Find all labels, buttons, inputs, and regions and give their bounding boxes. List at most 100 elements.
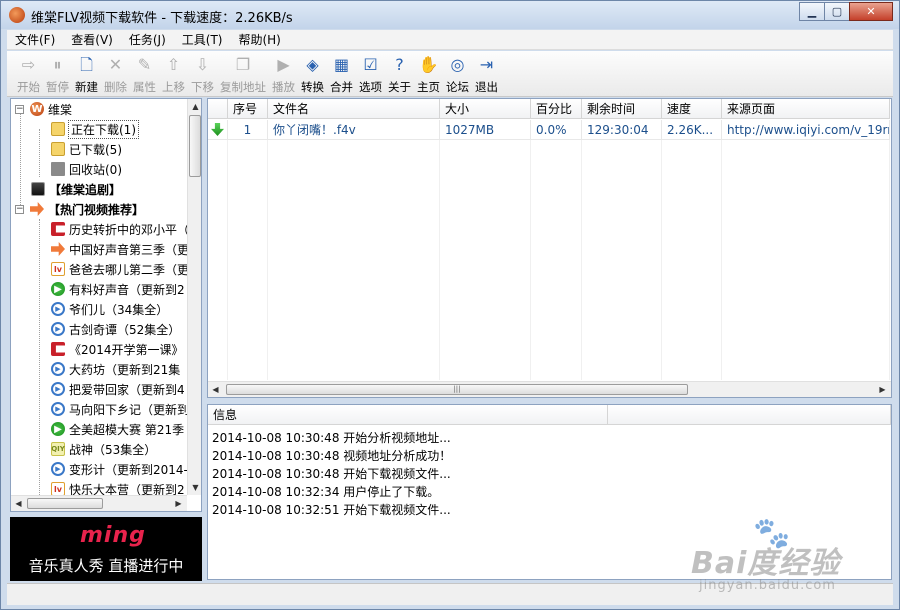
collapse-icon[interactable]: − (15, 204, 24, 214)
column-header[interactable]: 百分比 (531, 99, 582, 119)
toolbar-button-move-up[interactable]: ⇧ 上移 (160, 51, 187, 96)
tree-label: 全美超模大赛 第21季 (69, 422, 185, 437)
blue-play-icon: ▶ (51, 322, 65, 336)
title-bar[interactable]: 维棠FLV视频下载软件 - 下载速度：2.26KB/s ▁ ▢ ✕ (1, 1, 899, 29)
weitang-logo-icon: W (30, 102, 44, 116)
minimize-button[interactable]: ▁ (799, 2, 825, 21)
toolbar-button-exit[interactable]: ⇥ 退出 (473, 51, 500, 96)
scroll-thumb[interactable] (189, 115, 201, 177)
watermark-url: jingyan.baidu.com (699, 578, 836, 593)
table-cell: 2.26K... (662, 120, 722, 140)
tree-item-downloaded[interactable]: 已下载(5) (51, 139, 122, 159)
column-header[interactable]: 来源页面 (722, 99, 890, 119)
tv-icon (31, 182, 45, 196)
tree-label: 爷们儿（34集全） (69, 302, 169, 317)
blue-play-icon: ▶ (51, 382, 65, 396)
toolbar-button-about[interactable]: ? 关于 (386, 51, 413, 96)
toolbar-label: 上移 (162, 80, 185, 94)
tree-item-hot-video[interactable]: 历史转折中的邓小平（ (51, 219, 189, 239)
toolbar-label: 暂停 (46, 80, 69, 94)
table-horizontal-scrollbar[interactable]: ◀ ||| ▶ (208, 381, 891, 397)
menu-help[interactable]: 帮助(H) (230, 31, 288, 48)
scroll-right-icon[interactable]: ▶ (171, 496, 186, 511)
toolbar-button-move-down[interactable]: ⇩ 下移 (189, 51, 216, 96)
toolbar-button-merge[interactable]: ▦ 合并 (328, 51, 355, 96)
close-button[interactable]: ✕ (849, 2, 893, 21)
toolbar-button-play[interactable]: ⇨ 开始 (15, 51, 42, 96)
maximize-button[interactable]: ▢ (824, 2, 850, 21)
menu-tools[interactable]: 工具(T) (174, 31, 231, 48)
tree-horizontal-scrollbar[interactable]: ◀ ▶ (11, 495, 187, 511)
tree-item-hot-video[interactable]: ▶ 全美超模大赛 第21季 (51, 419, 184, 439)
table-cell (208, 120, 228, 140)
toolbar-label: 下移 (191, 80, 214, 94)
tree-item-hot-video[interactable]: ▶ 大药坊（更新到21集 (51, 359, 180, 379)
ad-banner[interactable]: ming 音乐真人秀 直播进行中 (10, 517, 202, 581)
toolbar-button-forum[interactable]: ◎ 论坛 (444, 51, 471, 96)
tree-label: 有料好声音（更新到2 (69, 282, 185, 297)
scroll-down-icon[interactable]: ▼ (188, 480, 201, 495)
tree-item-hot-video[interactable]: ▶ 古剑奇谭（52集全） (51, 319, 180, 339)
scroll-right-icon[interactable]: ▶ (875, 382, 890, 397)
toolbar-button-properties[interactable]: ✎ 属性 (131, 51, 158, 96)
column-header[interactable]: 剩余时间 (582, 99, 662, 119)
tree-item-hot-video[interactable]: ▶ 爷们儿（34集全） (51, 299, 168, 319)
column-header[interactable]: 序号 (228, 99, 268, 119)
scroll-left-icon[interactable]: ◀ (11, 496, 26, 511)
tree-item-hot[interactable]: − 【热门视频推荐】 (15, 199, 144, 219)
folder-download-icon (51, 122, 65, 136)
toolbar-button-options[interactable]: ☑ 选项 (357, 51, 384, 96)
tree-item-recycle[interactable]: 回收站(0) (51, 159, 122, 179)
toolbar-button-new-file[interactable]: 🗋 新建 (73, 51, 100, 96)
tree-item-hot-video[interactable]: ▶ 有料好声音（更新到2 (51, 279, 185, 299)
scroll-up-icon[interactable]: ▲ (188, 99, 201, 114)
window-controls: ▁ ▢ ✕ (799, 2, 893, 21)
tree-item-hot-video[interactable]: 《2014开学第一课》 (51, 339, 184, 359)
log-line: 2014-10-08 10:32:51 开始下载视频文件... (212, 503, 451, 517)
table-row[interactable]: 1 你丫闭嘴！.f4v 1027MB 0.0% 129:30:04 2.26K... htt… (208, 120, 890, 140)
tree-item-root[interactable]: − W 维棠 (15, 99, 72, 119)
watermark-brand: Bai度经验 (691, 546, 841, 581)
tree-item-hot-video[interactable]: ▶ 马向阳下乡记（更新到 (51, 399, 189, 419)
toolbar-label: 属性 (133, 80, 156, 94)
toolbar-label: 选项 (359, 80, 382, 94)
maximize-icon: ▢ (831, 5, 843, 18)
toolbar-button-delete[interactable]: ✕ 删除 (102, 51, 129, 96)
toolbar-button-playback[interactable]: ▶ 播放 (270, 51, 297, 96)
column-header[interactable]: 大小 (440, 99, 531, 119)
tree-item-drama[interactable]: 【维棠追剧】 (31, 179, 121, 199)
tree-label: 维棠 (48, 102, 73, 117)
tree-item-downloading[interactable]: 正在下载(1) (51, 119, 139, 139)
tree-item-hot-video[interactable]: lv 爸爸去哪儿第二季（更 (51, 259, 189, 279)
toolbar-label: 开始 (17, 80, 40, 94)
tree-item-hot-video[interactable]: 中国好声音第三季（更 (51, 239, 189, 259)
scroll-thumb[interactable]: ||| (226, 384, 688, 395)
column-header[interactable]: 文件名 (268, 99, 440, 119)
folder-icon (51, 142, 65, 156)
window-title: 维棠FLV视频下载软件 - 下载速度：2.26KB/s (31, 11, 293, 26)
blue-play-icon: ▶ (51, 302, 65, 316)
toolbar-label: 新建 (75, 80, 98, 94)
menu-file[interactable]: 文件(F) (7, 31, 63, 48)
tree-label: 爸爸去哪儿第二季（更 (69, 262, 190, 277)
column-line (531, 140, 582, 380)
toolbar-button-copy-address[interactable]: ❐ 复制地址 (218, 51, 268, 96)
column-header[interactable] (208, 99, 228, 119)
table-cell: 你丫闭嘴！.f4v (268, 120, 440, 140)
menu-view[interactable]: 查看(V) (63, 31, 121, 48)
menu-task[interactable]: 任务(J) (121, 31, 174, 48)
table-cell: 129:30:04 (582, 120, 662, 140)
toolbar-button-pause[interactable]: ⏸ 暂停 (44, 51, 71, 96)
scroll-thumb[interactable] (27, 498, 103, 509)
toolbar-button-convert[interactable]: ◈ 转换 (299, 51, 326, 96)
column-header[interactable]: 速度 (662, 99, 722, 119)
tree-item-hot-video[interactable]: ▶ 变形计（更新到2014- (51, 459, 188, 479)
letv-icon: lv (51, 482, 65, 496)
toolbar-button-homepage[interactable]: ✋ 主页 (415, 51, 442, 96)
tree-item-hot-video[interactable]: QIY 战神（53集全） (51, 439, 156, 459)
info-header-spacer (608, 405, 891, 425)
tree-item-hot-video[interactable]: ▶ 把爱带回家（更新到4 (51, 379, 185, 399)
scroll-left-icon[interactable]: ◀ (208, 382, 223, 397)
tree-vertical-scrollbar[interactable]: ▲ ▼ (187, 99, 201, 495)
collapse-icon[interactable]: − (15, 104, 24, 114)
